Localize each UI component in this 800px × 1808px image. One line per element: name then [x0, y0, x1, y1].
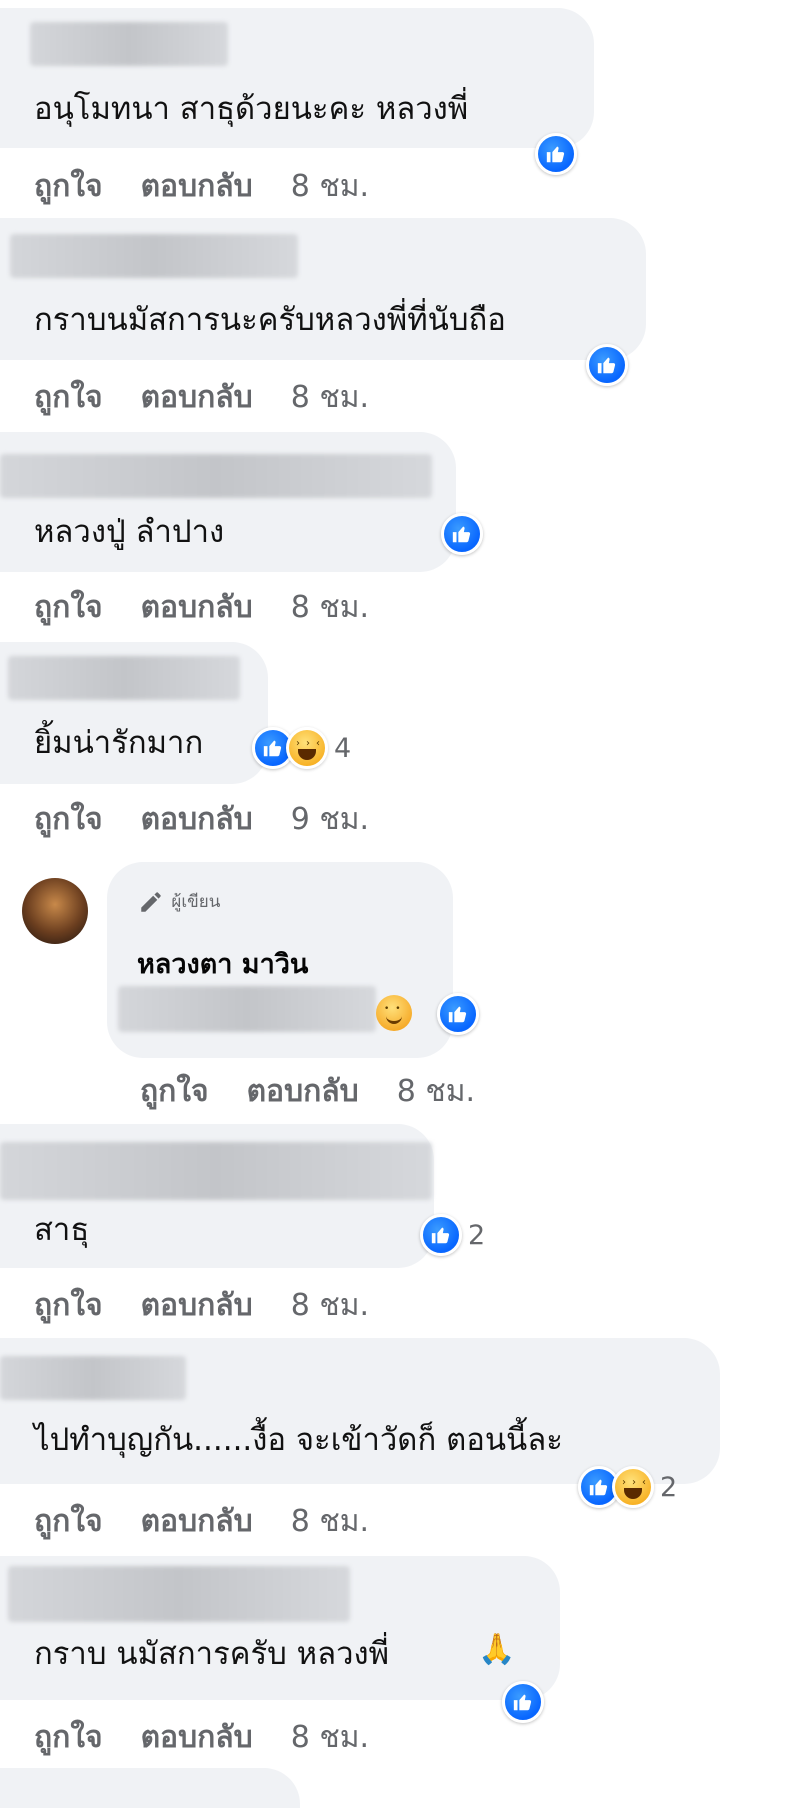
author-badge: ผู้เขียน — [136, 888, 220, 915]
reply-button[interactable]: ตอบกลับ — [141, 380, 253, 415]
reaction-summary[interactable] — [441, 512, 483, 556]
comment-time[interactable]: 8 ชม. — [291, 380, 369, 415]
reply-button[interactable]: ตอบกลับ — [141, 1504, 253, 1539]
like-reaction-icon — [502, 1681, 544, 1723]
reply-actions: ถูกใจ ตอบกลับ 8 ชม. — [140, 1068, 513, 1115]
like-reaction-icon — [437, 993, 479, 1035]
blurred-commenter-name — [30, 22, 228, 66]
blurred-commenter-name — [0, 454, 432, 498]
reply-button[interactable]: ตอบกลับ — [141, 1720, 253, 1755]
reaction-summary[interactable] — [535, 132, 577, 176]
reply-time[interactable]: 8 ชม. — [397, 1074, 475, 1109]
comment-text: ยิ้มน่ารักมาก — [34, 725, 204, 761]
comment-actions: ถูกใจ ตอบกลับ 8 ชม. — [34, 1282, 407, 1329]
comment-actions: ถูกใจ ตอบกลับ 8 ชม. — [34, 374, 407, 421]
blurred-commenter-name — [8, 1566, 350, 1622]
like-reaction-icon — [586, 344, 628, 386]
like-button[interactable]: ถูกใจ — [34, 590, 103, 625]
comment-actions: ถูกใจ ตอบกลับ 9 ชม. — [34, 796, 407, 843]
comment-time[interactable]: 8 ชม. — [291, 590, 369, 625]
author-avatar[interactable] — [22, 878, 88, 944]
reaction-summary[interactable]: ››‹ 4 — [252, 726, 351, 770]
comment-text: ไปทำบุญกัน......งื้อ จะเข้าวัดก็ ตอนนี้ล… — [34, 1422, 563, 1458]
reaction-count: 2 — [468, 1219, 486, 1251]
like-button[interactable]: ถูกใจ — [34, 380, 103, 415]
comment-actions: ถูกใจ ตอบกลับ 8 ชม. — [34, 1714, 407, 1761]
comment-text: กราบ นมัสการครับ หลวงพี่ — [34, 1636, 390, 1672]
like-button[interactable]: ถูกใจ — [34, 1720, 103, 1755]
haha-reaction-icon: ››‹ — [612, 1466, 654, 1508]
blurred-commenter-name — [0, 1356, 186, 1400]
reply-button[interactable]: ตอบกลับ — [247, 1074, 359, 1109]
comment-actions: ถูกใจ ตอบกลับ 8 ชม. — [34, 584, 407, 631]
like-button[interactable]: ถูกใจ — [34, 802, 103, 837]
comment-bubble — [0, 1768, 300, 1808]
comment-text: สาธุ — [34, 1212, 90, 1248]
comment-text: กราบนมัสการนะครับหลวงพี่ที่นับถือ — [34, 302, 506, 338]
comment-time[interactable]: 8 ชม. — [291, 169, 369, 204]
reaction-summary[interactable] — [586, 343, 628, 387]
blurred-commenter-name — [8, 656, 240, 700]
pencil-icon — [141, 892, 161, 912]
smiling-face-emoji: •• — [376, 995, 412, 1031]
comment-time[interactable]: 8 ชม. — [291, 1504, 369, 1539]
reply-button[interactable]: ตอบกลับ — [141, 169, 253, 204]
like-button[interactable]: ถูกใจ — [34, 1504, 103, 1539]
comment-text: อนุโมทนา สาธุด้วยนะคะ หลวงพี่ — [34, 91, 469, 127]
author-badge-label: ผู้เขียน — [171, 892, 221, 912]
comment-time[interactable]: 8 ชม. — [291, 1288, 369, 1323]
comment-text: หลวงปู่ ลำปาง — [34, 514, 225, 550]
haha-reaction-icon: ››‹ — [286, 727, 328, 769]
like-button[interactable]: ถูกใจ — [34, 169, 103, 204]
comment-time[interactable]: 9 ชม. — [291, 802, 369, 837]
reaction-summary[interactable] — [502, 1680, 544, 1724]
reaction-count: 4 — [334, 732, 352, 764]
like-button[interactable]: ถูกใจ — [140, 1074, 209, 1109]
reply-button[interactable]: ตอบกลับ — [141, 1288, 253, 1323]
comment-actions: ถูกใจ ตอบกลับ 8 ชม. — [34, 163, 407, 210]
reaction-summary[interactable]: 2 — [420, 1213, 485, 1257]
like-reaction-icon — [535, 133, 577, 175]
folded-hands-emoji: 🙏 — [478, 1632, 516, 1667]
comment-time[interactable]: 8 ชม. — [291, 1720, 369, 1755]
blurred-commenter-name — [0, 1142, 432, 1200]
like-reaction-icon — [420, 1214, 462, 1256]
author-name[interactable]: หลวงตา มาวิน — [137, 942, 308, 985]
reaction-count: 2 — [660, 1471, 678, 1503]
reply-button[interactable]: ตอบกลับ — [141, 590, 253, 625]
blurred-commenter-name — [10, 234, 298, 278]
reaction-summary[interactable]: ››‹ 2 — [578, 1465, 677, 1509]
comment-actions: ถูกใจ ตอบกลับ 8 ชม. — [34, 1498, 407, 1545]
like-button[interactable]: ถูกใจ — [34, 1288, 103, 1323]
reaction-summary[interactable] — [437, 992, 479, 1036]
blurred-reply-text — [118, 986, 376, 1032]
reply-button[interactable]: ตอบกลับ — [141, 802, 253, 837]
like-reaction-icon — [441, 513, 483, 555]
